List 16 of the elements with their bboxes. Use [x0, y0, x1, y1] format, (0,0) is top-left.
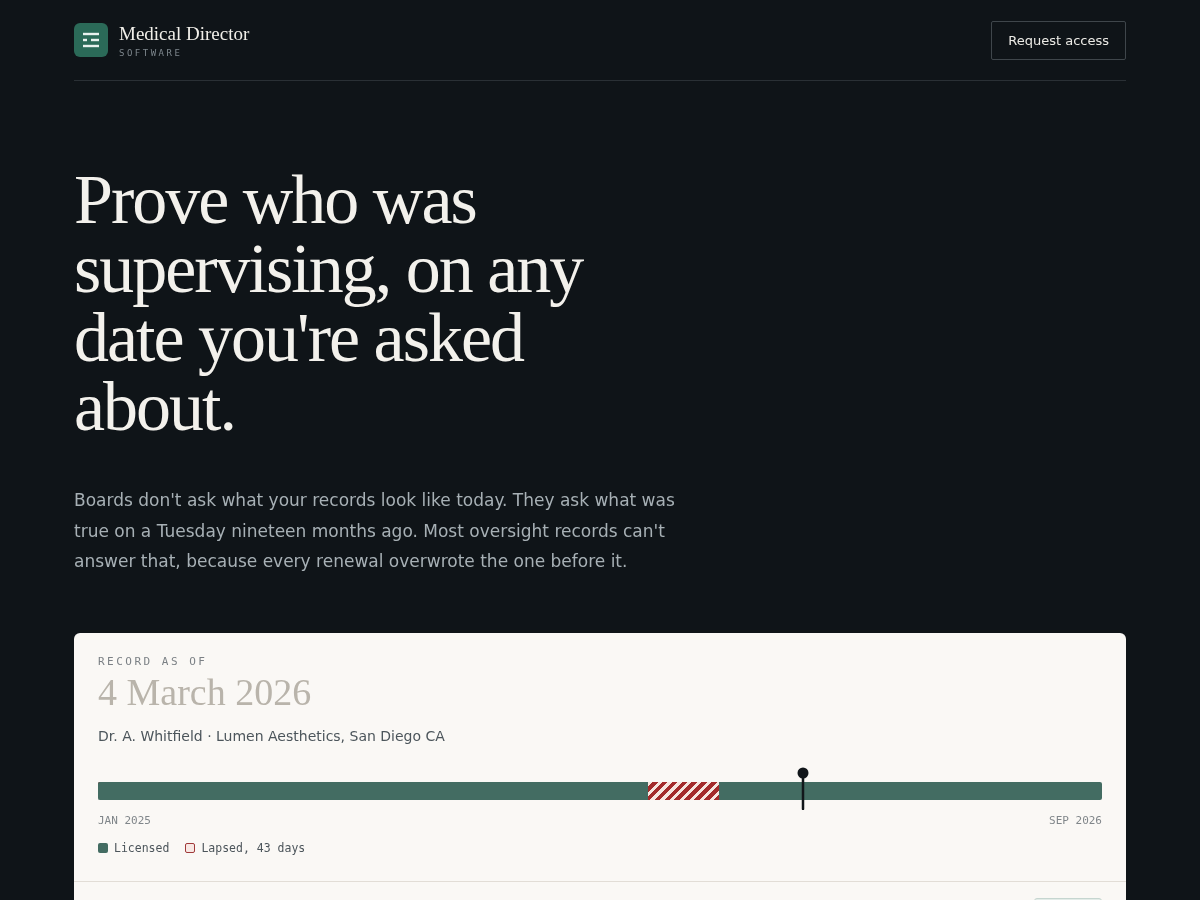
logo-icon — [74, 23, 108, 57]
lapsed-swatch-icon — [185, 842, 196, 853]
hero-description: Boards don't ask what your records look like today. They ask what was true on a Tuesday nineteen months ago. Most oversight records can't answer that, because every renewal overwrote the one before it. — [74, 489, 676, 573]
timeline-start-label: JAN 2025 — [98, 813, 151, 827]
legend-label: Licensed — [114, 840, 170, 855]
licensed-swatch-icon — [98, 842, 108, 853]
record-subject: Dr. A. Whitfield · Lumen Aesthetics, San Diego CA — [98, 727, 446, 744]
request-access-button[interactable]: Request access — [991, 20, 1126, 60]
brand-tagline: SOFTWARE — [119, 47, 184, 58]
date-marker-icon[interactable] — [796, 766, 809, 810]
brand-name: Medical Director — [119, 22, 250, 45]
legend-label: Lapsed, 43 days — [201, 840, 306, 855]
hero-headline: Prove who was supervising, on any date you're asked about. — [74, 165, 584, 441]
record-date: 4 March 2026 — [98, 669, 313, 714]
timeline-end-label: SEP 2026 — [1049, 813, 1102, 827]
record-eyebrow: RECORD AS OF — [98, 654, 209, 668]
